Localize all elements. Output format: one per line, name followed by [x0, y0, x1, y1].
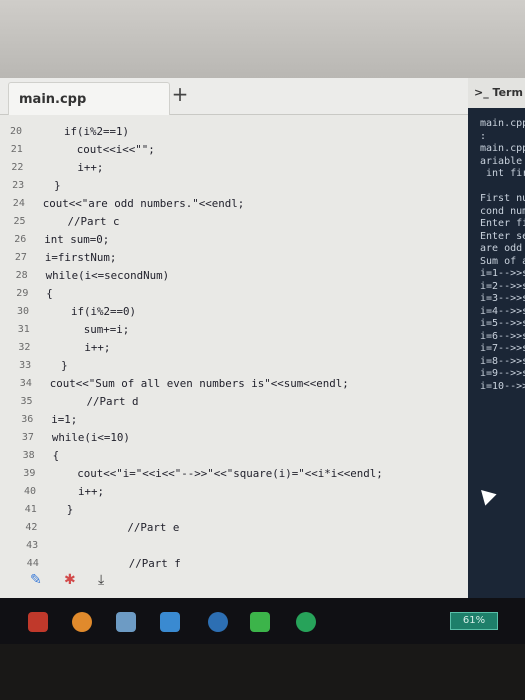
screen: main.cpp + 20 if(i%2==1) 21 cout<<i<<""; 22 i… — [0, 78, 525, 598]
code-text: sum+=i; — [83, 322, 130, 336]
code-text: cout<<"i="<<i<<"-->>"<<"square(i)="<<i*i… — [77, 466, 383, 480]
code-line[interactable]: 43 — [26, 536, 56, 554]
code-text: int sum=0; — [44, 232, 110, 246]
spotify-icon[interactable] — [296, 612, 316, 632]
code-line[interactable]: 40 i++; — [24, 482, 104, 500]
code-line[interactable]: 41} — [25, 500, 74, 518]
desk-surface — [0, 644, 525, 700]
editor-tabbar: main.cpp + — [0, 78, 468, 115]
line-number: 43 — [26, 539, 39, 551]
terminal-tab-label: >_ Term — [474, 86, 523, 99]
code-line[interactable]: 36 i=1; — [21, 410, 77, 428]
line-number: 27 — [14, 251, 27, 263]
line-number: 40 — [24, 485, 37, 497]
editor-pane: main.cpp + 20 if(i%2==1) 21 cout<<i<<""; 22 i… — [0, 78, 468, 598]
line-number: 38 — [22, 449, 35, 461]
chromium-icon[interactable] — [208, 612, 228, 632]
editor-bottom-toolbar: ✎ ✱ ⤓ — [30, 572, 130, 592]
firefox-icon[interactable] — [72, 612, 92, 632]
bug-icon[interactable]: ✱ — [64, 572, 76, 588]
code-text: i++; — [78, 484, 105, 498]
app-icon[interactable] — [160, 612, 180, 632]
line-number: 23 — [12, 179, 25, 191]
code-line[interactable]: 37 while(i<=10) — [22, 428, 130, 446]
new-tab-button[interactable]: + — [170, 82, 190, 106]
line-number: 24 — [12, 197, 25, 209]
code-line[interactable]: 33} — [19, 356, 68, 374]
taskbar: 61% — [0, 598, 525, 644]
line-number: 20 — [10, 125, 23, 137]
code-line[interactable]: 34 cout<<"Sum of all even numbers is"<<su… — [20, 374, 349, 392]
code-text: cout<<"Sum of all even numbers is"<<sum<… — [49, 376, 349, 390]
line-number: 25 — [13, 215, 26, 227]
monitor-bezel — [0, 0, 525, 78]
code-text: while(i<=secondNum) — [45, 268, 170, 282]
line-number: 44 — [26, 557, 39, 569]
terminal-tab[interactable]: >_ Term — [468, 78, 525, 108]
line-number: 31 — [17, 323, 30, 335]
code-line[interactable]: 26 int sum=0; — [14, 230, 109, 248]
code-text: } — [61, 358, 68, 372]
code-text: //Part d — [86, 394, 139, 408]
code-text: cout<<"are odd numbers."<<endl; — [42, 196, 245, 210]
code-line[interactable]: 30 if(i%2==0) — [17, 302, 136, 320]
code-text: while(i<=10) — [51, 430, 130, 444]
line-number: 39 — [23, 467, 36, 479]
app-l-icon[interactable] — [250, 612, 270, 632]
code-text: //Part c — [67, 214, 120, 228]
tab-main-cpp[interactable]: main.cpp — [8, 82, 170, 115]
line-number: 36 — [21, 413, 34, 425]
code-line[interactable]: 35 //Part d — [21, 392, 139, 410]
code-line[interactable]: 20 if(i%2==1) — [10, 122, 129, 140]
code-text: i++; — [77, 160, 104, 174]
code-line[interactable]: 25 //Part c — [14, 212, 120, 230]
line-number: 22 — [11, 161, 24, 173]
code-text: { — [46, 286, 53, 300]
code-text: } — [66, 502, 74, 516]
line-number: 26 — [14, 233, 27, 245]
code-text: cout<<i<<""; — [76, 142, 155, 156]
code-line[interactable]: 29 { — [16, 284, 53, 302]
code-line[interactable]: 24 cout<<"are odd numbers."<<endl; — [13, 194, 245, 212]
code-text: i++; — [84, 340, 111, 354]
pencil-icon[interactable]: ✎ — [30, 572, 42, 588]
battery-indicator: 61% — [450, 612, 498, 630]
line-number: 33 — [19, 359, 32, 371]
code-text: if(i%2==1) — [64, 124, 130, 138]
code-line[interactable]: 21 cout<<i<<""; — [11, 140, 155, 158]
file-manager-icon[interactable] — [116, 612, 136, 632]
code-line[interactable]: 39 cout<<"i="<<i<<"-->>"<<"square(i)="<<i… — [23, 464, 383, 482]
line-number: 32 — [18, 341, 31, 353]
line-number: 30 — [17, 305, 30, 317]
download-icon[interactable]: ⤓ — [98, 572, 104, 588]
code-text: { — [52, 448, 60, 462]
code-text: i=1; — [51, 412, 78, 426]
line-number: 21 — [10, 143, 23, 155]
tab-label: main.cpp — [19, 92, 87, 107]
line-number: 41 — [24, 503, 37, 515]
code-line[interactable]: 38 { — [23, 446, 60, 464]
code-text: //Part e — [127, 520, 180, 534]
code-line[interactable]: 28 while(i<=secondNum) — [16, 266, 170, 284]
code-text: if(i%2==0) — [71, 304, 137, 318]
line-number: 37 — [21, 431, 34, 443]
code-line[interactable]: 42 //Part e — [25, 518, 179, 536]
start-menu-icon[interactable] — [28, 612, 48, 632]
line-number: 35 — [20, 395, 33, 407]
line-number: 34 — [19, 377, 32, 389]
code-text: i=firstNum; — [44, 250, 117, 264]
code-text: //Part f — [128, 556, 181, 570]
code-line[interactable]: 44 //Part f — [27, 554, 181, 572]
line-number: 42 — [25, 521, 38, 533]
code-line[interactable]: 27 i=firstNum; — [15, 248, 117, 266]
code-text: } — [54, 178, 61, 192]
line-number: 29 — [16, 287, 29, 299]
code-line[interactable]: 22 i++; — [11, 158, 103, 176]
line-number: 28 — [15, 269, 28, 281]
code-line[interactable]: 31 sum+=i; — [18, 320, 130, 338]
code-line[interactable]: 32 i++; — [18, 338, 110, 356]
terminal-pane: >_ Term main.cpp : main.cpp ariable int … — [468, 78, 525, 598]
terminal-output: main.cpp : main.cpp ariable int fir Firs… — [480, 118, 525, 392]
code-line[interactable]: 23} — [12, 176, 61, 194]
